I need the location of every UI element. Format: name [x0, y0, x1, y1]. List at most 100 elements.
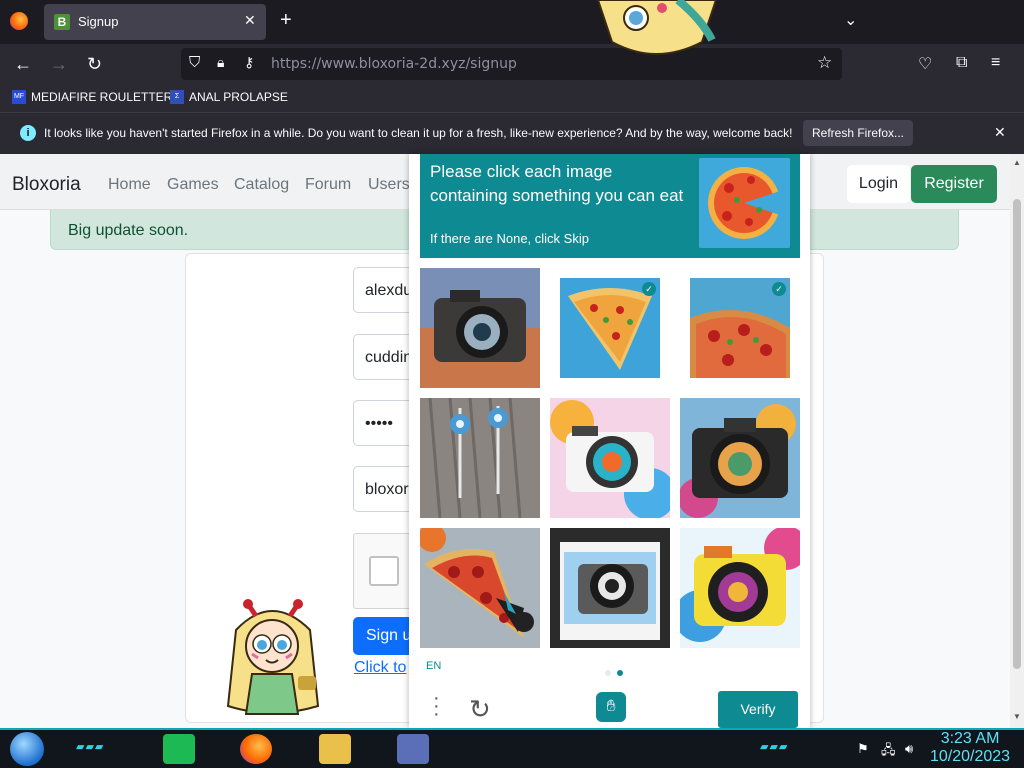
nav-home[interactable]: Home: [108, 176, 151, 194]
verify-button[interactable]: Verify: [718, 691, 798, 728]
refresh-challenge-icon[interactable]: ↻: [469, 694, 491, 725]
taskbar-decoration: ▰▰▰: [76, 741, 105, 753]
page-dot: [605, 670, 611, 676]
nav-users[interactable]: Users: [368, 176, 410, 194]
taskbar-clock[interactable]: 3:23 AM 10/20/2023: [930, 730, 1010, 766]
menu-dots-icon[interactable]: · · ·: [433, 688, 440, 724]
alert-text: Big update soon.: [68, 222, 189, 239]
captcha-tile-pizza-slice-plate[interactable]: [420, 528, 540, 648]
bookmark-label: MEDIAFIRE ROULETTER: [31, 90, 173, 104]
field-value: •••••: [365, 415, 394, 432]
field-value: bloxor: [365, 481, 409, 498]
navigation-toolbar: ← → ↻ ⛉ 🔒︎ ⚷ https://www.bloxoria-2d.xyz…: [0, 44, 1024, 86]
site-favicon-icon: B: [54, 14, 70, 30]
clock-time: 3:23 AM: [940, 730, 1000, 747]
info-icon: i: [20, 125, 36, 141]
scroll-up-icon[interactable]: ▲: [1013, 158, 1021, 167]
page-scrollbar[interactable]: ▲ ▼: [1010, 154, 1024, 728]
selected-check-icon: ✓: [642, 282, 656, 296]
bookmark-icon: Σ: [170, 90, 184, 104]
scrollbar-thumb[interactable]: [1013, 199, 1021, 669]
bookmark-second[interactable]: Σ ANAL PROLAPSE: [170, 90, 288, 104]
lock-icon[interactable]: 🔒︎: [217, 54, 224, 71]
close-tab-icon[interactable]: ✕: [244, 12, 256, 29]
scroll-down-icon[interactable]: ▼: [1013, 712, 1021, 721]
captcha-tile-earbuds[interactable]: [420, 398, 540, 518]
captcha-tile-camera-yellow[interactable]: [680, 528, 800, 648]
reload-icon[interactable]: ↻: [87, 54, 102, 75]
captcha-prompt: Please click each image containing somet…: [430, 162, 684, 205]
field-value: alexdu: [365, 282, 413, 299]
url-text[interactable]: https://www.bloxoria-2d.xyz/signup: [271, 56, 517, 72]
new-tab-icon[interactable]: +: [280, 9, 292, 32]
selected-check-icon: ✓: [772, 282, 786, 296]
captcha-tile-camera-painted[interactable]: [680, 398, 800, 518]
notification-bar: i It looks like you haven't started Fire…: [0, 112, 1024, 154]
nav-forum[interactable]: Forum: [305, 176, 351, 194]
bookmarks-toolbar: MF MEDIAFIRE ROULETTER Σ ANAL PROLAPSE: [0, 86, 1024, 112]
close-notification-icon[interactable]: ✕: [994, 124, 1006, 141]
field-value: cuddin: [365, 349, 413, 366]
camera-image: [680, 528, 800, 648]
address-bar[interactable]: ⛉ 🔒︎ ⚷ https://www.bloxoria-2d.xyz/signu…: [181, 48, 842, 80]
signup-link[interactable]: Click to: [354, 659, 414, 677]
taskbar-decoration: ▰▰▰: [760, 741, 789, 753]
captcha-tile-camera-polaroid[interactable]: [550, 528, 670, 648]
page-dot-active: [617, 670, 623, 676]
camera-image: [550, 398, 670, 518]
captcha-challenge: Please click each image containing somet…: [409, 154, 810, 728]
page-indicator: [602, 663, 626, 681]
spotify-icon[interactable]: [163, 734, 195, 764]
control-panel-icon[interactable]: [397, 734, 429, 764]
site-brand[interactable]: Bloxoria: [12, 174, 81, 196]
refresh-firefox-button[interactable]: Refresh Firefox...: [803, 120, 913, 146]
register-button[interactable]: Register: [911, 165, 997, 203]
signup-label: Sign u: [366, 627, 412, 644]
extensions-icon[interactable]: ⧉: [956, 54, 967, 72]
camera-image: [420, 268, 540, 388]
menu-icon[interactable]: ≡: [991, 54, 1000, 72]
list-all-tabs-icon[interactable]: ⌄: [844, 10, 857, 30]
bookmark-label: ANAL PROLAPSE: [189, 90, 288, 104]
permissions-key-icon[interactable]: ⚷: [244, 54, 254, 71]
bookmark-mediafire[interactable]: MF MEDIAFIRE ROULETTER: [12, 90, 172, 104]
pocket-icon[interactable]: ♡: [918, 54, 932, 74]
action-center-flag-icon[interactable]: ⚑: [857, 741, 869, 757]
camera-image: [680, 398, 800, 518]
firefox-icon[interactable]: [10, 12, 28, 30]
captcha-header: Please click each image containing somet…: [420, 154, 800, 258]
tab-signup[interactable]: B Signup ✕: [44, 4, 266, 40]
cartoon-character-sticker-top: [596, 0, 718, 55]
network-icon[interactable]: 🖧︎: [881, 741, 896, 763]
file-explorer-icon[interactable]: [319, 734, 351, 764]
notification-message: It looks like you haven't started Firefo…: [44, 126, 793, 140]
volume-icon[interactable]: 🔊︎: [905, 741, 913, 757]
captcha-tile-camera[interactable]: [420, 268, 540, 388]
earbuds-image: [420, 398, 540, 518]
captcha-tile-pizza-slice[interactable]: ✓: [550, 268, 670, 388]
mediafire-icon: MF: [12, 90, 26, 104]
bookmark-star-icon[interactable]: ☆: [817, 53, 832, 73]
clock-date: 10/20/2023: [930, 748, 1011, 765]
cartoon-character-sticker: [226, 599, 320, 715]
language-selector[interactable]: EN: [426, 660, 441, 672]
login-button[interactable]: Login: [847, 165, 910, 203]
captcha-example-image: [699, 158, 790, 248]
camera-image: [550, 528, 670, 648]
captcha-tile-camera-colorful[interactable]: [550, 398, 670, 518]
nav-catalog[interactable]: Catalog: [234, 176, 289, 194]
nav-games[interactable]: Games: [167, 176, 219, 194]
firefox-taskbar-icon[interactable]: [240, 734, 272, 764]
tracking-protection-icon[interactable]: ⛉: [189, 54, 200, 71]
start-button[interactable]: [10, 732, 44, 766]
captcha-checkbox[interactable]: [369, 556, 399, 586]
captcha-tile-pizza[interactable]: ✓: [680, 268, 800, 388]
back-icon[interactable]: ←: [14, 54, 32, 75]
hcaptcha-logo-icon: ✋︎: [596, 692, 626, 722]
taskbar: ▰▰▰ ▰▰▰ ⚑ 🖧︎ 🔊︎ 3:23 AM 10/20/2023: [0, 728, 1024, 768]
captcha-subprompt: If there are None, click Skip: [430, 231, 589, 246]
tab-title: Signup: [78, 14, 119, 29]
tab-bar: B Signup ✕ + ⌄: [0, 0, 1024, 44]
pizza-slice-image: [420, 528, 540, 648]
forward-icon[interactable]: →: [50, 54, 68, 75]
